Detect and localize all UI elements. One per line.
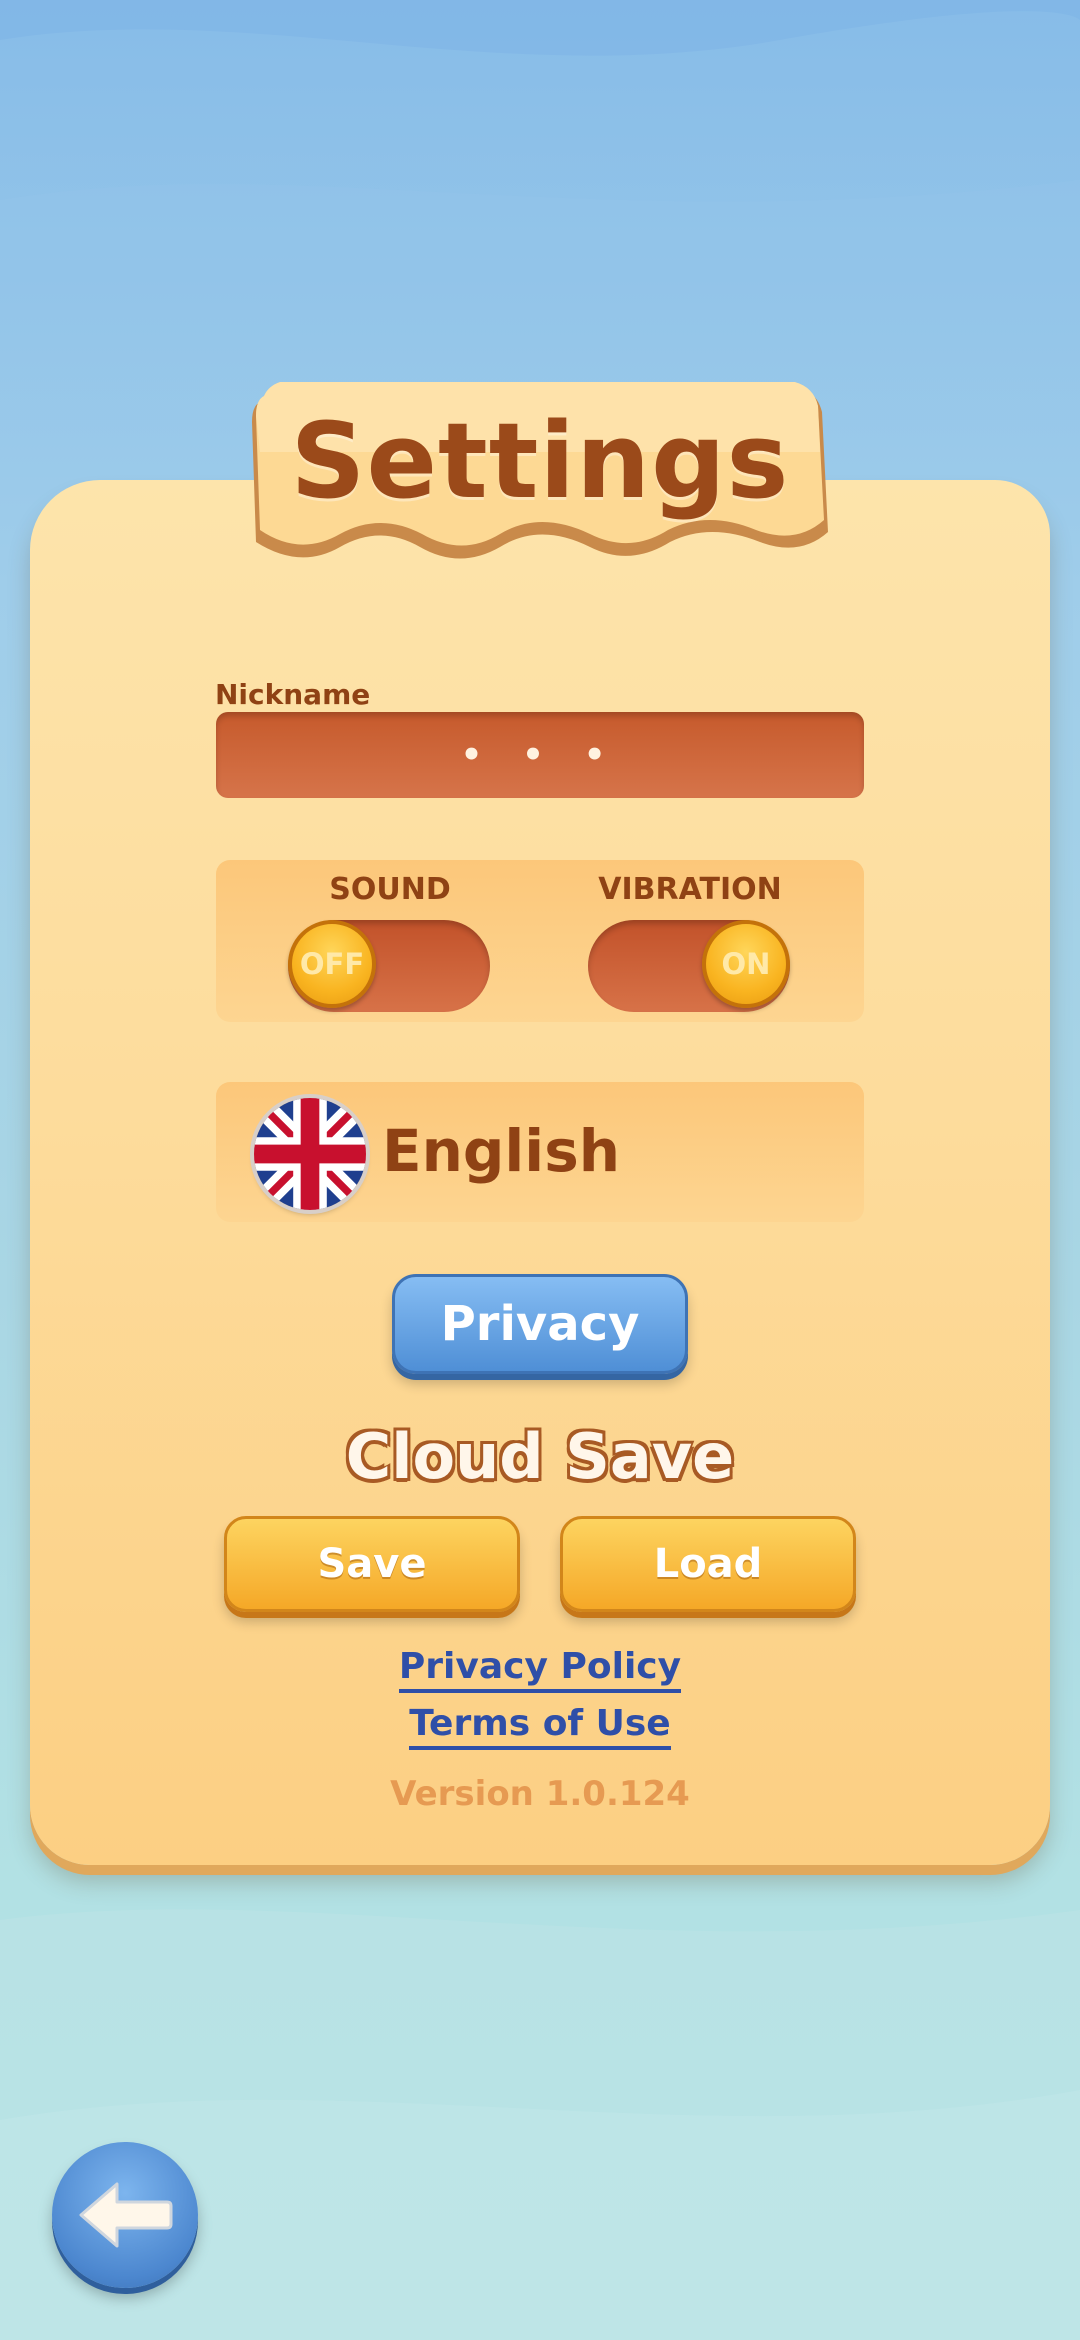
sound-toggle-knob: OFF (288, 920, 376, 1008)
load-button[interactable]: Load (560, 1516, 856, 1612)
version-label: Version 1.0.124 (390, 1774, 690, 1814)
vibration-toggle[interactable]: ON (588, 920, 790, 1012)
privacy-policy-link[interactable]: Privacy Policy (340, 1646, 740, 1693)
vibration-toggle-knob: ON (702, 920, 790, 1008)
sound-label: SOUND (329, 872, 451, 907)
back-button[interactable] (52, 2142, 198, 2288)
language-label: English (382, 1117, 621, 1185)
arrow-left-icon (79, 2182, 173, 2248)
privacy-button[interactable]: Privacy (392, 1274, 688, 1374)
nickname-label: Nickname (215, 678, 371, 711)
nickname-value: • • • (460, 735, 620, 775)
sound-toggle[interactable]: OFF (288, 920, 490, 1012)
privacy-policy-link-text[interactable]: Privacy Policy (398, 1646, 682, 1693)
background-wave-top (0, 0, 1080, 260)
cloud-save-title: Cloud Save (345, 1420, 735, 1493)
vibration-label: VIBRATION (598, 872, 782, 907)
terms-of-use-link[interactable]: Terms of Use (340, 1703, 740, 1750)
terms-of-use-link-text[interactable]: Terms of Use (409, 1703, 671, 1750)
nickname-field[interactable]: • • • (216, 712, 864, 798)
save-button[interactable]: Save (224, 1516, 520, 1612)
uk-flag-icon (254, 1098, 366, 1210)
page-title: Settings (290, 400, 790, 522)
